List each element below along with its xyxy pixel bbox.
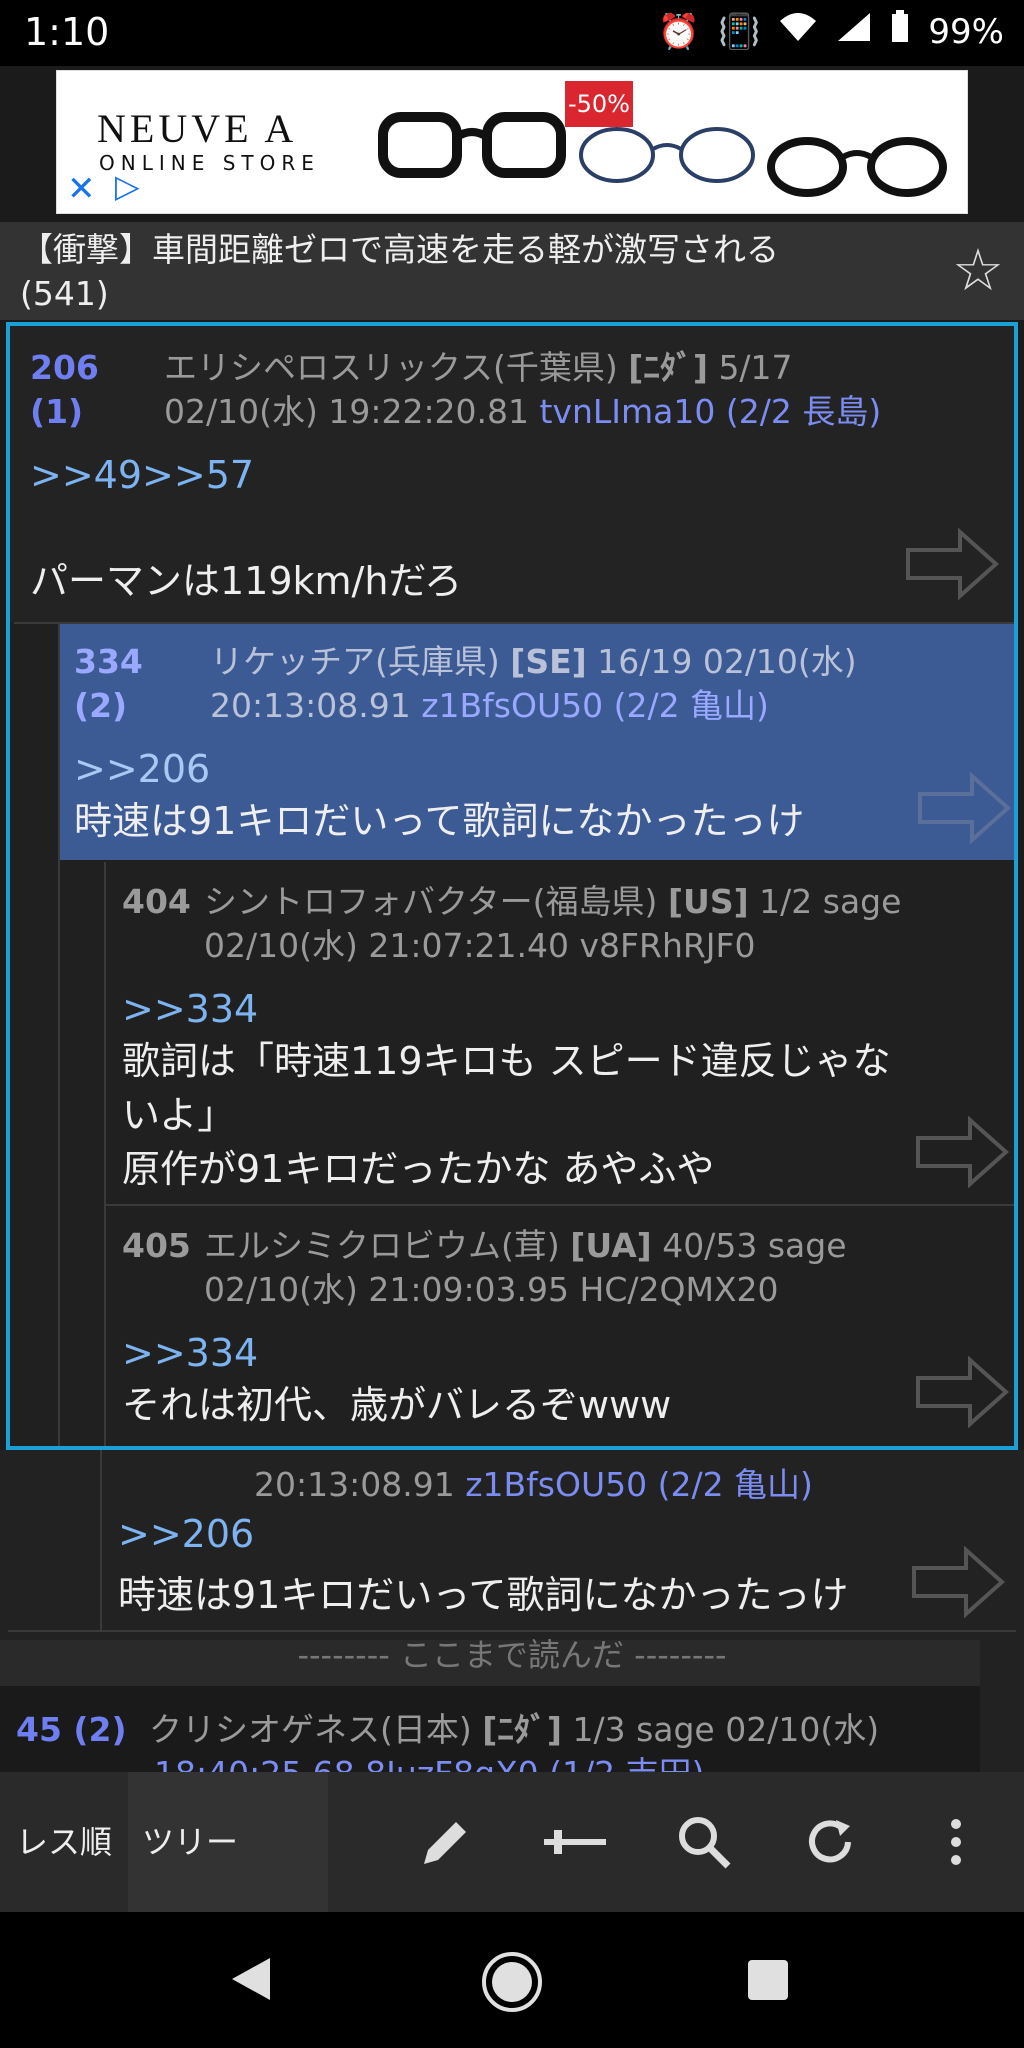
glasses-image-3 [767,137,947,197]
behind-anchor[interactable]: >>206 [118,1512,254,1556]
reply-arrow-icon[interactable] [914,1116,1010,1188]
ad-banner[interactable]: NEUVE A ONLINE STORE ✕ ▷ -50% [56,70,968,214]
post-anchor[interactable]: >>334 [122,984,258,1034]
post-body-line: 原作が91キロだったかな あやふや [122,1147,715,1191]
next-post-number[interactable]: 45 (2) [16,1710,127,1749]
thread-title: 【衝撃】車間距離ゼロで高速を走る軽が激写される [20,230,779,269]
pencil-icon[interactable] [418,1814,474,1883]
behind-id: z1BfsOU50 (2/2 亀山) [465,1465,813,1504]
battery-icon [890,10,910,53]
post-body: パーマンは119km/hだろ [30,559,463,603]
post-anchor[interactable]: >>334 [122,1328,258,1378]
post-anchor[interactable]: >>49>>57 [30,450,254,500]
post-body-line: 歌詞は「時速119キロも スピード違反じゃな [122,1039,891,1083]
post-tag: [SE] [510,642,587,681]
post-count: 16/19 02/10(水) [597,642,857,681]
reply-arrow-icon[interactable] [904,528,1000,600]
next-post-name: クリシオゲネス(日本) [149,1710,472,1749]
post-author: シントロフォバクター(福島県) [204,882,658,921]
ad-close-icon[interactable]: ✕ [67,169,96,209]
alarm-icon: ⏰ [657,11,701,52]
read-marker: -------- ここまで読んだ -------- [297,1636,727,1674]
post-count: 5/17 [718,348,793,387]
tab-tree[interactable]: ツリー [128,1772,328,1912]
post-author: エルシミクロビウム(茸) [204,1226,560,1265]
search-icon[interactable] [676,1814,732,1883]
post-tag: [ﾆﾀﾞ] [628,348,708,387]
next-post-meta: 1/3 sage 02/10(水) [572,1710,880,1749]
post-334: 334 (2) リケッチア(兵庫県) [SE] 16/19 02/10(水) 2… [60,624,1014,860]
reply-arrow-icon[interactable] [910,1546,1006,1618]
navigation-bar [0,1912,1024,2048]
bottom-toolbar: レス順 ツリー [0,1772,1024,1912]
post-author: リケッチア(兵庫県) [210,642,500,681]
post-tag: [US] [667,882,749,921]
glasses-image-1 [378,112,566,178]
signal-icon [836,11,872,52]
slider-icon[interactable] [540,1814,610,1883]
post-date: 02/10(水) 21:07:21.40 v8FRhRJF0 [204,926,756,965]
post-date: 20:13:08.91 [210,686,411,725]
behind-date: 20:13:08.91 [254,1465,455,1504]
post-number[interactable]: 206 (1) [30,348,99,431]
post-404: 404 シントロフォバクター(福島県) [US] 1/2 sage 02/10(… [106,862,1014,1202]
thread-count: (541) [20,274,109,313]
post-date: 02/10(水) 21:09:03.95 HC/2QMX20 [204,1270,779,1309]
behind-body: 時速は91キロだいって歌詞になかったっけ [118,1573,849,1617]
reply-arrow-icon[interactable] [916,772,1012,844]
ad-brand: NEUVE A [97,106,298,151]
status-bar: 1:10 ⏰ 📳 99% [0,0,1024,66]
back-icon[interactable] [228,1954,274,2008]
home-icon[interactable] [480,1950,544,2018]
post-206: 206 (1) エリシペロスリックス(千葉県) [ﾆﾀﾞ] 5/17 02/10… [10,326,1014,622]
wifi-icon [778,11,818,52]
more-icon[interactable] [944,1814,968,1883]
post-405: 405 エルシミクロビウム(茸) [UA] 40/53 sage 02/10(水… [106,1206,1014,1446]
status-time: 1:10 [24,10,110,54]
post-number[interactable]: 405 [122,1226,191,1265]
post-number[interactable]: 334 (2) [74,642,143,725]
post-body-line: いよ」 [122,1093,236,1137]
battery-percent: 99% [928,11,1004,52]
reply-arrow-icon[interactable] [914,1356,1010,1428]
ad-choices-icon[interactable]: ▷ [115,167,140,205]
post-anchor[interactable]: >>206 [74,744,210,794]
post-id[interactable]: tvnLIma10 (2/2 長島) [540,392,882,431]
post-author: エリシペロスリックス(千葉県) [164,348,618,387]
refresh-icon[interactable] [802,1814,858,1883]
thread-title-bar: 【衝撃】車間距離ゼロで高速を走る軽が激写される (541) ☆ [0,222,1024,320]
post-body: それは初代、歳がバレるぞwww [122,1383,672,1427]
post-id[interactable]: z1BfsOU50 (2/2 亀山) [421,686,769,725]
post-body: 時速は91キロだいって歌詞になかったっけ [74,799,805,843]
glasses-image-2 [579,127,755,183]
next-post-tag: [ﾆﾀﾞ] [482,1710,562,1749]
post-count: 1/2 sage [759,882,902,921]
reply-tree-popup[interactable]: 206 (1) エリシペロスリックス(千葉県) [ﾆﾀﾞ] 5/17 02/10… [6,322,1018,1450]
recents-icon[interactable] [746,1958,790,2006]
post-number[interactable]: 404 [122,882,191,921]
vibrate-icon: 📳 [718,11,761,52]
post-date: 02/10(水) 19:22:20.81 [164,392,530,431]
post-tag: [UA] [570,1226,652,1265]
tab-post-order[interactable]: レス順 [0,1772,128,1912]
post-count: 40/53 sage [662,1226,847,1265]
star-icon[interactable]: ☆ [952,236,1004,304]
